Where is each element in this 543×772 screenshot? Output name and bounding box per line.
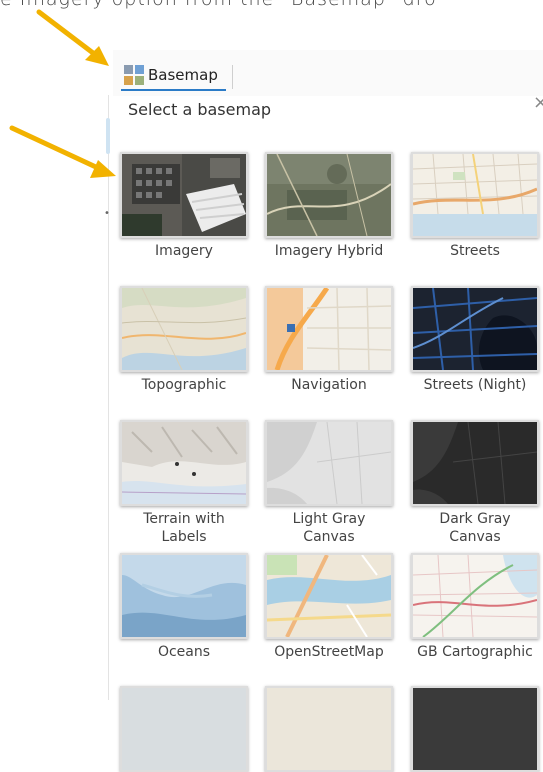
thumbnail-oceans bbox=[120, 553, 248, 639]
thumbnail-row5-item3 bbox=[411, 686, 539, 772]
basemap-label: OpenStreetMap bbox=[274, 644, 384, 660]
basemap-label: GB Cartographic bbox=[417, 644, 533, 660]
basemap-light-gray-canvas[interactable]: Light Gray Canvas bbox=[265, 420, 393, 546]
annotation-arrow-top bbox=[36, 9, 109, 66]
panel-title: Select a basemap bbox=[128, 100, 272, 119]
basemap-topographic[interactable]: Topographic bbox=[120, 286, 248, 394]
basemap-label: Imagery Hybrid bbox=[274, 243, 384, 259]
basemap-label: Terrain with Labels bbox=[143, 511, 225, 545]
basemap-row5-item2[interactable] bbox=[265, 686, 393, 772]
basemap-navigation[interactable]: Navigation bbox=[265, 286, 393, 394]
tab-separator bbox=[232, 65, 233, 89]
basemap-imagery[interactable]: Imagery bbox=[120, 152, 248, 260]
side-divider bbox=[108, 95, 109, 700]
basemap-openstreetmap[interactable]: OpenStreetMap bbox=[265, 553, 393, 661]
basemap-gallery-icon bbox=[124, 65, 144, 85]
basemap-oceans[interactable]: Oceans bbox=[120, 553, 248, 661]
basemap-label: Streets bbox=[450, 243, 500, 259]
basemap-streets-night[interactable]: Streets (Night) bbox=[411, 286, 539, 394]
thumbnail-terrain-labels bbox=[120, 420, 248, 506]
thumbnail-openstreetmap bbox=[265, 553, 393, 639]
toolbar: Basemap bbox=[113, 50, 543, 96]
thumbnail-imagery-hybrid bbox=[265, 152, 393, 238]
thumbnail-row5-item1 bbox=[120, 686, 248, 772]
thumbnail-row5-item2 bbox=[265, 686, 393, 772]
basemap-gb-cartographic[interactable]: GB Cartographic bbox=[411, 553, 539, 661]
basemap-row5-item1[interactable] bbox=[120, 686, 248, 772]
basemap-streets[interactable]: Streets bbox=[411, 152, 539, 260]
thumbnail-imagery bbox=[120, 152, 248, 238]
basemap-label: Dark Gray Canvas bbox=[439, 511, 511, 545]
basemap-imagery-hybrid[interactable]: Imagery Hybrid bbox=[265, 152, 393, 260]
basemap-dark-gray-canvas[interactable]: Dark Gray Canvas bbox=[411, 420, 539, 546]
basemap-tab-label: Basemap bbox=[148, 66, 218, 84]
thumbnail-streets bbox=[411, 152, 539, 238]
close-icon[interactable]: × bbox=[533, 92, 543, 113]
thumbnail-navigation bbox=[265, 286, 393, 372]
thumbnail-gb-cartographic bbox=[411, 553, 539, 639]
thumbnail-light-gray-canvas bbox=[265, 420, 393, 506]
side-handle: • bbox=[104, 208, 110, 219]
basemap-label: Navigation bbox=[291, 377, 367, 393]
annotation-arrow-imagery bbox=[9, 125, 116, 178]
basemap-label: Topographic bbox=[141, 377, 227, 393]
thumbnail-streets-night bbox=[411, 286, 539, 372]
basemap-label: Light Gray Canvas bbox=[292, 511, 366, 545]
thumbnail-topographic bbox=[120, 286, 248, 372]
basemap-label: Imagery bbox=[155, 243, 213, 259]
basemap-label: Oceans bbox=[157, 644, 211, 660]
basemap-label: Streets (Night) bbox=[423, 377, 527, 393]
basemap-row5-item3[interactable] bbox=[411, 686, 539, 772]
basemap-tab[interactable]: Basemap bbox=[121, 61, 226, 91]
thumbnail-dark-gray-canvas bbox=[411, 420, 539, 506]
basemap-terrain-labels[interactable]: Terrain with Labels bbox=[120, 420, 248, 546]
